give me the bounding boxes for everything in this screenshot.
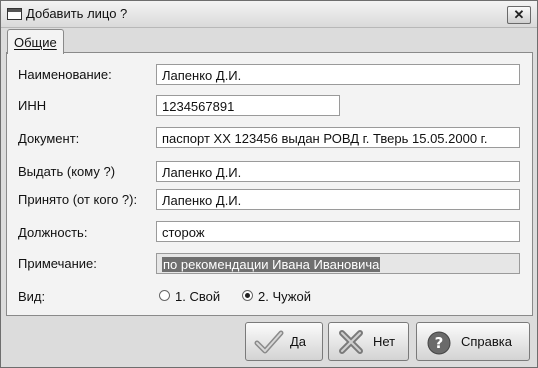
help-icon: ?: [427, 331, 451, 355]
cancel-button-label: Нет: [373, 334, 396, 349]
note-label: Примечание:: [18, 256, 97, 271]
help-button-label: Справка: [461, 334, 512, 349]
received-from-label: Принято (от кого ?):: [18, 192, 138, 207]
type-radio-foreign[interactable]: [242, 290, 253, 301]
inn-field[interactable]: 1234567891: [156, 95, 340, 116]
issue-to-field[interactable]: Лапенко Д.И.: [156, 161, 520, 182]
svg-text:?: ?: [435, 334, 444, 352]
cross-icon: [339, 330, 363, 354]
type-option-foreign-label[interactable]: 2. Чужой: [258, 289, 311, 304]
close-button[interactable]: ✕: [507, 6, 531, 24]
position-field[interactable]: сторож: [156, 221, 520, 242]
position-label: Должность:: [18, 225, 88, 240]
issue-to-label: Выдать (кому ?): [18, 164, 116, 179]
document-field[interactable]: паспорт XX 123456 выдан РОВД г. Тверь 15…: [156, 127, 520, 148]
type-option-own-label[interactable]: 1. Свой: [175, 289, 220, 304]
cancel-button[interactable]: Нет: [328, 322, 409, 361]
name-field[interactable]: Лапенко Д.И.: [156, 64, 520, 85]
tab-panel-general: [6, 52, 533, 316]
inn-label: ИНН: [18, 98, 47, 113]
document-label: Документ:: [18, 131, 80, 146]
title-bar[interactable]: Добавить лицо ? ✕: [1, 1, 537, 28]
checkmark-icon: [254, 330, 284, 354]
tab-general[interactable]: Общие: [7, 29, 64, 54]
received-from-field[interactable]: Лапенко Д.И.: [156, 189, 520, 210]
type-radio-own[interactable]: [159, 290, 170, 301]
tab-general-label: Общие: [14, 35, 57, 50]
ok-button[interactable]: Да: [245, 322, 323, 361]
type-label: Вид:: [18, 289, 46, 304]
help-button[interactable]: ? Справка: [416, 322, 530, 361]
name-label: Наименование:: [18, 67, 112, 82]
window-icon: [7, 8, 22, 20]
window-title: Добавить лицо ?: [26, 6, 128, 21]
note-selected-text: по рекомендации Ивана Ивановича: [162, 257, 381, 272]
ok-button-label: Да: [290, 334, 307, 349]
note-field[interactable]: по рекомендации Ивана Ивановича: [156, 253, 520, 274]
